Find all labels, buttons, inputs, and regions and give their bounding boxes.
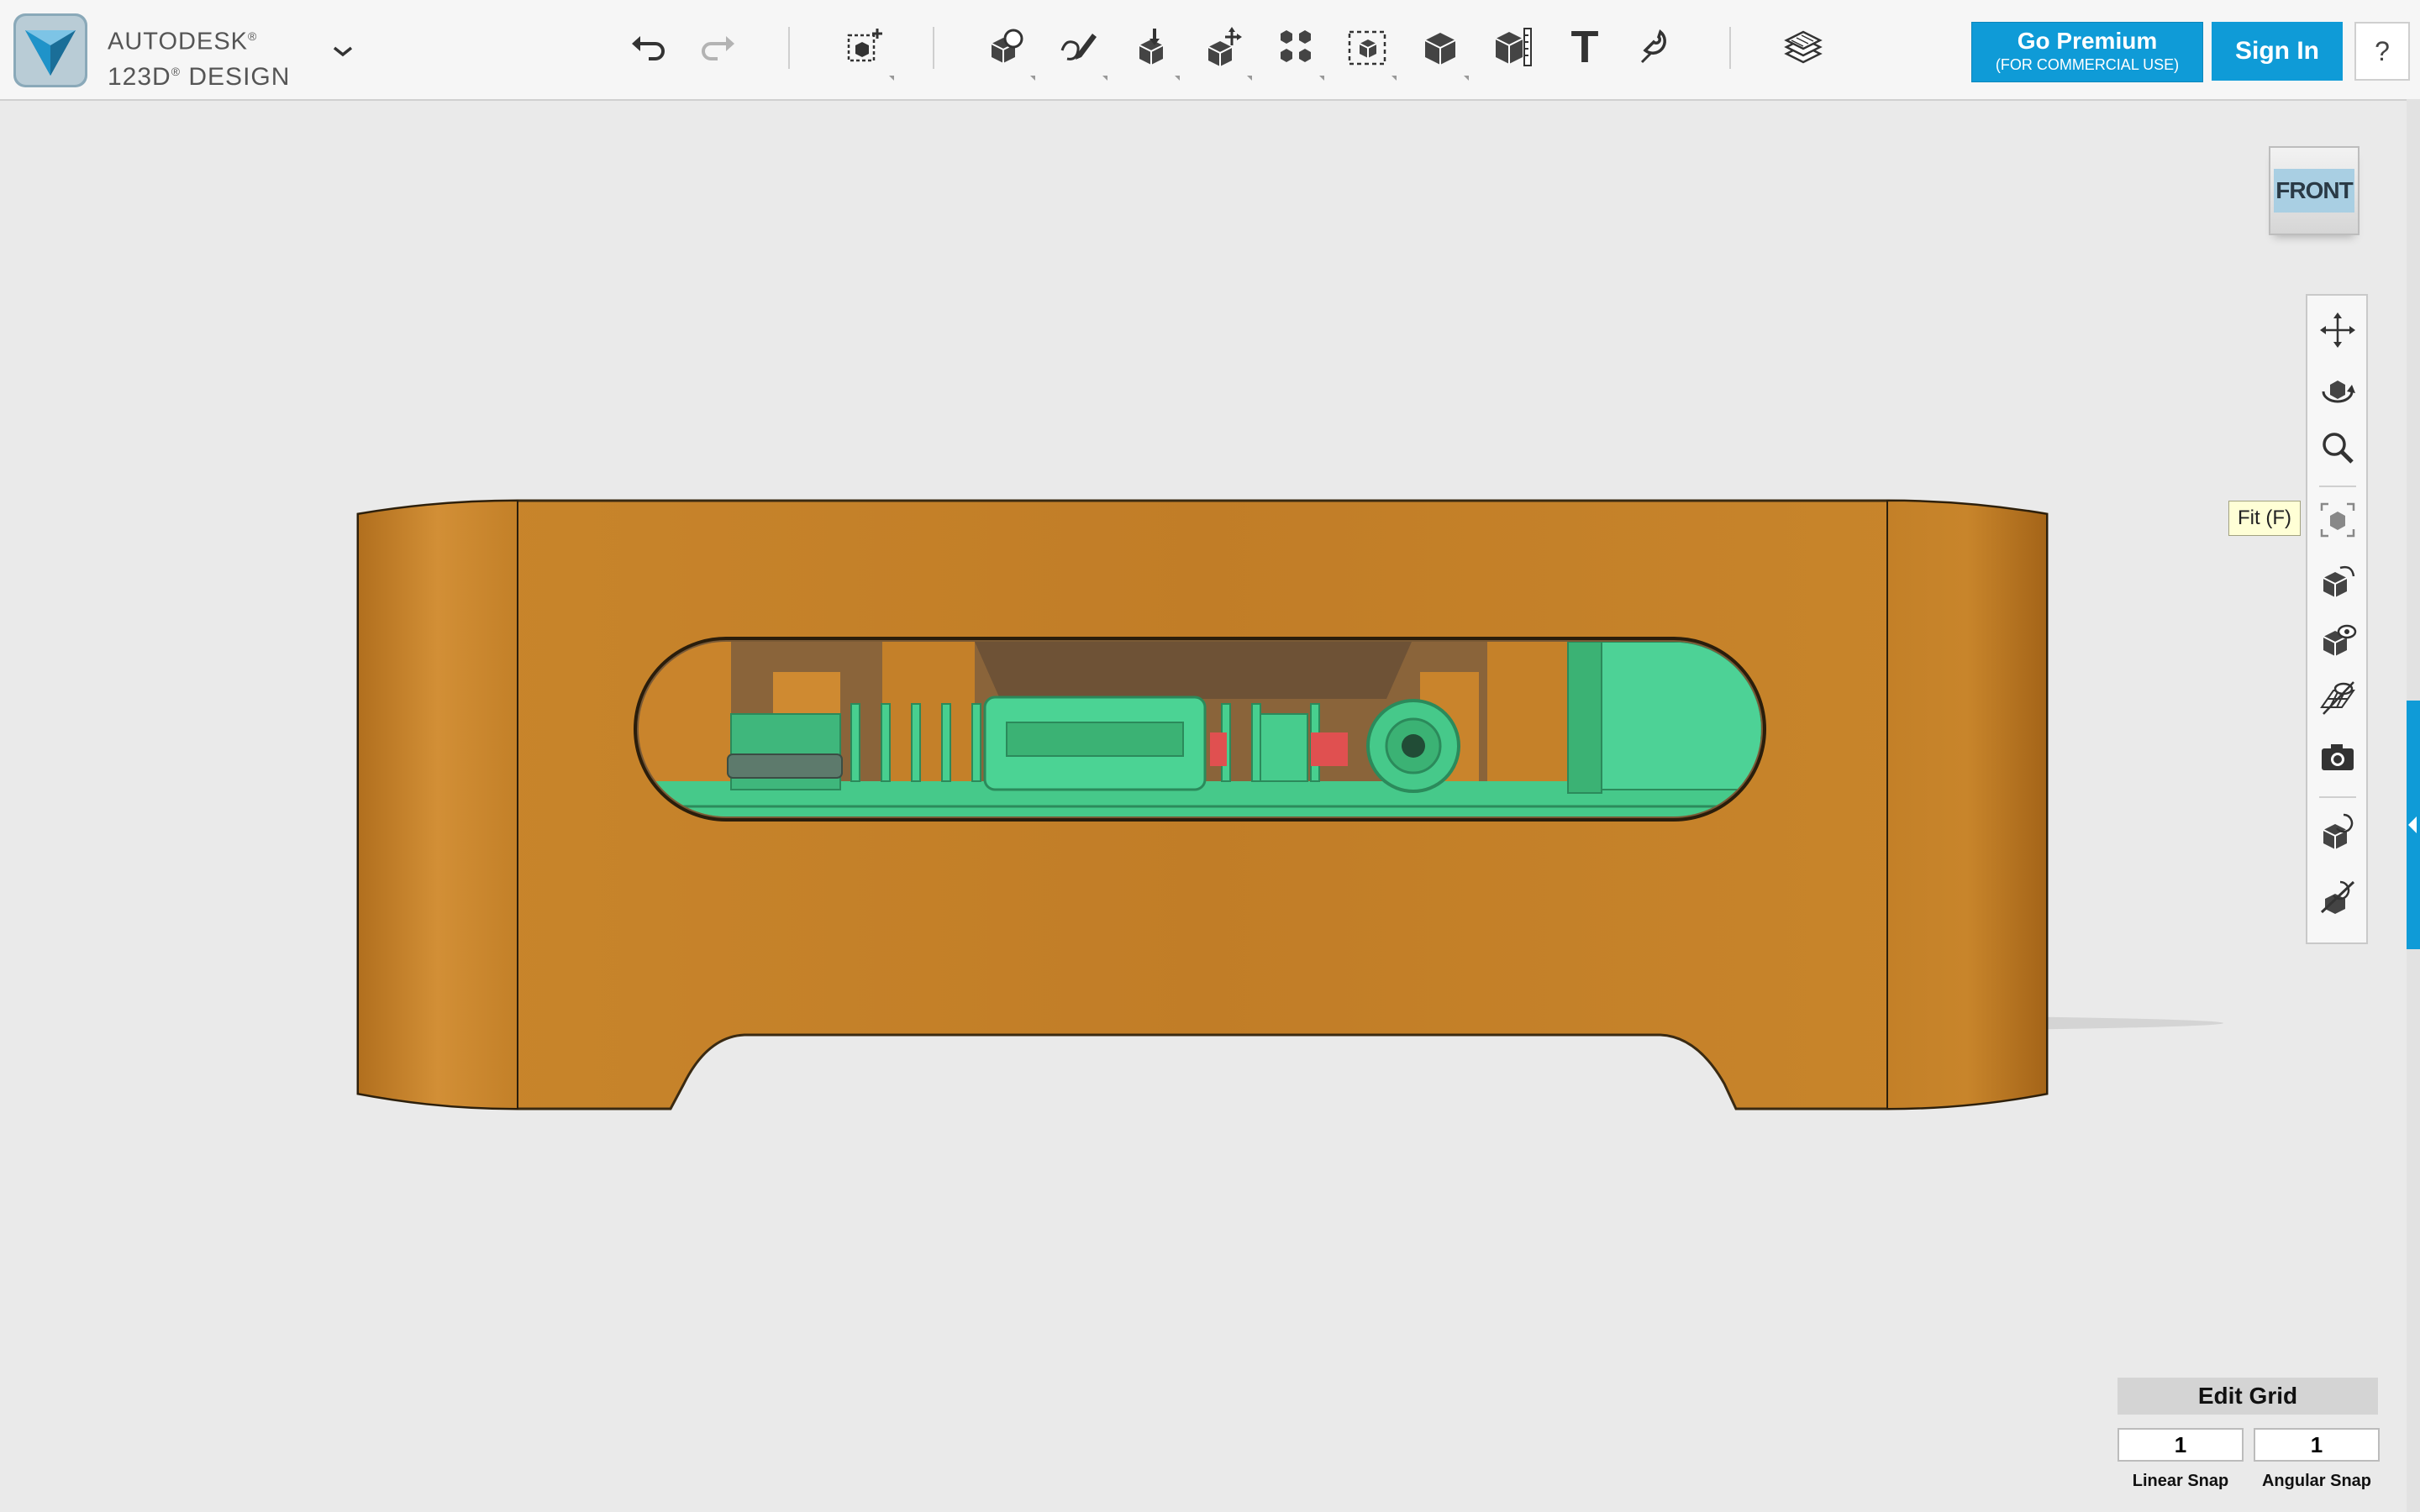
app-menu-chevron-icon[interactable] — [329, 40, 356, 62]
toolbar-separator — [933, 27, 934, 69]
edit-grid-button[interactable]: Edit Grid — [2118, 1378, 2378, 1415]
undo-icon[interactable] — [622, 20, 676, 74]
modify-icon[interactable] — [1197, 20, 1252, 81]
perspective-icon[interactable] — [2317, 559, 2359, 601]
app-logo-icon — [13, 13, 87, 87]
brand-product-suffix: DESIGN — [181, 62, 291, 91]
primitives-icon[interactable] — [980, 20, 1035, 81]
sketch-icon[interactable] — [1052, 20, 1107, 81]
toolbar-separator — [788, 27, 790, 69]
combine-icon[interactable] — [1413, 20, 1469, 81]
grid-panel: Edit Grid Linear Snap Angular Snap — [2118, 1378, 2380, 1491]
fit-tooltip: Fit (F) — [2228, 501, 2301, 536]
brand-company: AUTODESK — [108, 28, 249, 55]
fit-icon[interactable] — [2317, 499, 2359, 541]
materials-icon[interactable] — [1776, 20, 1830, 74]
screenshot-icon[interactable] — [2317, 736, 2359, 778]
angular-snap-label: Angular Snap — [2261, 1472, 2371, 1490]
navigation-bar — [2306, 294, 2368, 944]
go-premium-button[interactable]: Go Premium (FOR COMMERCIAL USE) — [1971, 22, 2203, 82]
measure-icon[interactable] — [1486, 20, 1539, 74]
go-premium-title: Go Premium — [2017, 28, 2158, 54]
nav-separator — [2319, 486, 2356, 487]
snap-icon[interactable] — [1630, 20, 1684, 74]
board-port-cutout — [634, 637, 1766, 822]
view-cube[interactable]: FRONT — [2269, 146, 2360, 235]
text-tool-glyph: T — [1570, 22, 1599, 72]
side-panel-arrow-icon[interactable] — [2408, 816, 2417, 833]
new-primitive-icon[interactable] — [839, 20, 894, 81]
text-icon[interactable]: T — [1558, 20, 1612, 74]
registered-mark: ® — [171, 64, 182, 78]
pan-icon[interactable] — [2317, 309, 2359, 351]
top-toolbar: AUTODESK® 123D® DESIGN T Go Premium (FOR… — [0, 0, 2420, 101]
angular-snap-input[interactable] — [2254, 1428, 2380, 1462]
zoom-icon[interactable] — [2317, 427, 2359, 469]
material-snap-icon[interactable] — [2317, 810, 2359, 852]
pattern-icon[interactable] — [1269, 20, 1324, 81]
enclosure-case[interactable] — [356, 499, 2049, 1110]
sign-in-button[interactable]: Sign In — [2212, 22, 2343, 81]
orbit-icon[interactable] — [2317, 368, 2359, 410]
construct-icon[interactable] — [1124, 20, 1180, 81]
go-premium-subtitle: (FOR COMMERCIAL USE) — [1995, 56, 2180, 73]
redo-icon[interactable] — [691, 20, 744, 74]
group-icon[interactable] — [1341, 20, 1397, 81]
hide-icon[interactable] — [2317, 875, 2359, 917]
help-button[interactable]: ? — [2354, 22, 2410, 81]
app-brand: AUTODESK® 123D® DESIGN — [108, 22, 290, 92]
nav-separator — [2319, 796, 2356, 798]
linear-snap-input[interactable] — [2118, 1428, 2244, 1462]
linear-snap-label: Linear Snap — [2132, 1472, 2229, 1490]
grid-visibility-icon[interactable] — [2317, 677, 2359, 719]
registered-mark: ® — [248, 29, 258, 43]
brand-product: 123D — [108, 62, 171, 91]
toolbar-separator — [1729, 27, 1731, 69]
view-cube-face-label[interactable]: FRONT — [2274, 169, 2354, 213]
model-viewport[interactable] — [0, 0, 2420, 1512]
visibility-icon[interactable] — [2317, 618, 2359, 660]
